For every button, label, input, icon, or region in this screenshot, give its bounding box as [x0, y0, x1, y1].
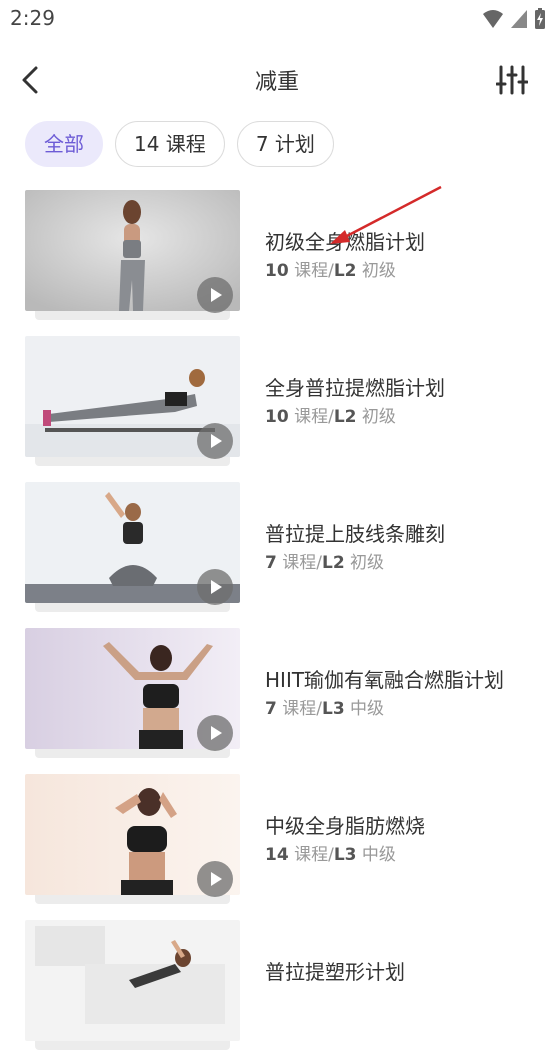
list-item[interactable]: 全身普拉提燃脂计划 10 课程/L2 初级 — [0, 336, 554, 468]
course-count: 10 — [265, 407, 289, 427]
filter-button[interactable] — [495, 64, 529, 96]
thumbnail-card[interactable] — [25, 482, 240, 612]
item-title: 普拉提塑形计划 — [265, 960, 405, 984]
list-item[interactable]: 普拉提上肢线条雕刻 7 课程/L2 初级 — [0, 482, 554, 614]
course-unit: 课程/ — [288, 407, 334, 427]
level-code: L3 — [321, 699, 345, 719]
course-count: 7 — [265, 553, 277, 573]
thumbnail-card[interactable] — [25, 920, 240, 1050]
thumbnail-image — [25, 920, 240, 1041]
level-name: 初级 — [356, 261, 396, 281]
status-icons — [482, 8, 546, 30]
wifi-icon — [483, 10, 503, 28]
course-count: 10 — [265, 261, 289, 281]
level-code: L2 — [333, 407, 357, 427]
level-code: L2 — [321, 553, 345, 573]
filter-chips: 全部 14 课程 7 计划 — [25, 121, 334, 167]
sliders-icon — [495, 65, 529, 95]
list-item[interactable]: 初级全身燃脂计划 10 课程/L2 初级 — [0, 190, 554, 322]
level-code: L3 — [333, 845, 357, 865]
battery-icon — [535, 8, 545, 29]
level-name: 中级 — [356, 845, 396, 865]
item-title: 中级全身脂肪燃烧 — [265, 814, 425, 838]
item-title: 全身普拉提燃脂计划 — [265, 376, 445, 400]
play-button[interactable] — [197, 423, 233, 459]
thumbnail-card[interactable] — [25, 336, 240, 466]
play-button[interactable] — [197, 861, 233, 897]
course-count: 7 — [265, 699, 277, 719]
list-item[interactable]: 中级全身脂肪燃烧 14 课程/L3 中级 — [0, 774, 554, 906]
item-meta: 7 课程/L3 中级 — [265, 694, 384, 719]
item-meta: 10 课程/L2 初级 — [265, 256, 396, 281]
chip-all[interactable]: 全部 — [25, 121, 103, 167]
course-count: 14 — [265, 845, 289, 865]
course-unit: 课程/ — [276, 699, 322, 719]
level-name: 初级 — [344, 553, 385, 573]
item-meta: 7 课程/L2 初级 — [265, 548, 384, 573]
list-item[interactable]: HIIT瑜伽有氧融合燃脂计划 7 课程/L3 中级 — [0, 628, 554, 760]
item-title: 初级全身燃脂计划 — [265, 230, 425, 254]
status-bar: 2:29 — [0, 0, 554, 38]
level-code: L2 — [333, 261, 357, 281]
play-button[interactable] — [197, 715, 233, 751]
item-title: HIIT瑜伽有氧融合燃脂计划 — [265, 668, 505, 692]
page-title: 减重 — [254, 70, 299, 95]
course-unit: 课程/ — [288, 261, 334, 281]
thumbnail-card[interactable] — [25, 628, 240, 758]
play-button[interactable] — [197, 569, 233, 605]
status-time: 2:29 — [10, 6, 55, 30]
chip-courses[interactable]: 14 课程 — [115, 121, 225, 167]
play-button[interactable] — [197, 277, 233, 313]
level-name: 初级 — [356, 407, 396, 427]
signal-icon — [511, 10, 527, 28]
item-meta: 14 课程/L3 中级 — [265, 840, 396, 865]
item-title: 普拉提上肢线条雕刻 — [265, 522, 445, 546]
item-meta: 10 课程/L2 初级 — [265, 402, 396, 427]
course-unit: 课程/ — [276, 553, 322, 573]
app-header: 减重 — [0, 50, 554, 110]
chip-plans[interactable]: 7 计划 — [236, 121, 334, 167]
list-item[interactable]: 普拉提塑形计划 — [0, 920, 554, 1052]
level-name: 中级 — [344, 699, 385, 719]
thumbnail-card[interactable] — [25, 774, 240, 904]
thumbnail-card[interactable] — [25, 190, 240, 320]
course-unit: 课程/ — [288, 845, 334, 865]
